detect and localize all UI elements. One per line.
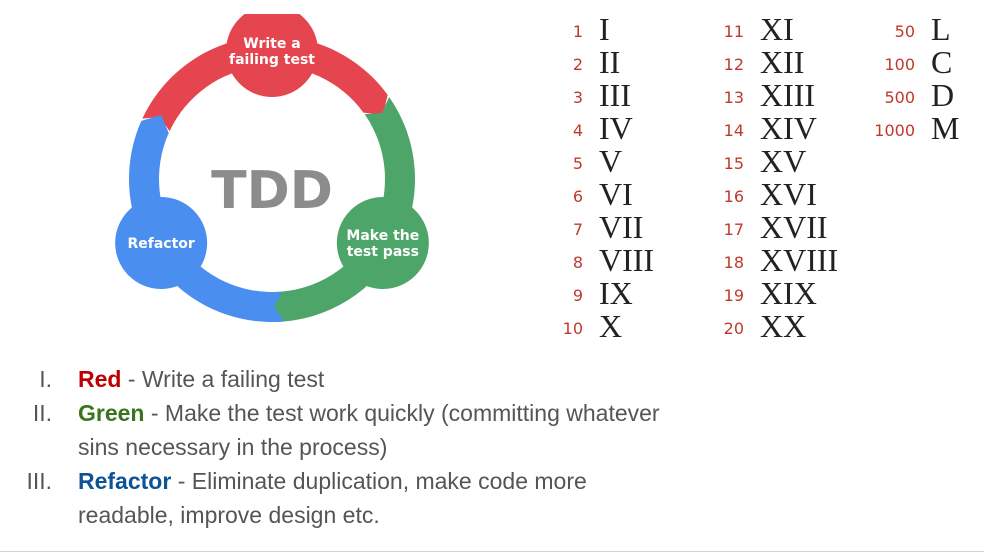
cycle-node-label: Write a [243, 36, 300, 52]
cycle-node: Refactor [115, 197, 208, 289]
step-red: I. Red - Write a failing test [0, 362, 660, 396]
roman-numeral: XIII [760, 77, 816, 113]
arabic-number: 13 [723, 88, 744, 107]
roman-numeral: XVI [760, 176, 817, 212]
arabic-number: 4 [572, 121, 583, 140]
cycle-node: Make thetest pass [336, 197, 429, 289]
roman-numeral: V [599, 143, 623, 179]
arabic-number: 50 [894, 22, 915, 41]
roman-numeral: M [931, 110, 960, 146]
arabic-number: 8 [572, 253, 583, 272]
roman-numeral: VII [599, 209, 644, 245]
step-green: II. Green - Make the test work quickly (… [0, 396, 660, 464]
cycle-node-label: Make the [346, 228, 419, 244]
roman-numeral: XVII [760, 209, 828, 245]
arabic-number: 18 [723, 253, 744, 272]
roman-numeral: XIX [760, 275, 817, 311]
arabic-number: 20 [723, 319, 744, 338]
arabic-number: 14 [723, 121, 744, 140]
roman-numeral: IX [599, 275, 633, 311]
roman-numeral: III [599, 77, 631, 113]
step-text: - Make the test work quickly (committing… [78, 400, 660, 460]
cycle-node-label: failing test [229, 52, 315, 68]
arabic-number: 7 [572, 220, 583, 239]
roman-numeral: I [599, 11, 610, 47]
roman-numeral: VI [599, 176, 633, 212]
arabic-number: 17 [723, 220, 744, 239]
tdd-cycle-diagram: Write afailing test Make thetest pass Refa… [115, 14, 429, 323]
arabic-number: 1 [572, 22, 583, 41]
roman-numeral: XVIII [760, 242, 839, 278]
roman-numeral: XII [760, 44, 805, 80]
roman-numeral: XV [760, 143, 807, 179]
cycle-node: Write afailing test [226, 14, 318, 97]
roman-numeral: XI [760, 11, 794, 47]
arabic-number: 16 [723, 187, 744, 206]
bottom-divider [0, 551, 984, 552]
arabic-number: 9 [572, 286, 583, 305]
step-marker: II. [32, 400, 52, 426]
arabic-number: 2 [572, 55, 583, 74]
arabic-number: 10 [562, 319, 583, 338]
step-marker: I. [39, 366, 52, 392]
step-name-refactor: Refactor [78, 468, 172, 494]
arabic-number: 11 [723, 22, 744, 41]
cycle-node-label: Refactor [127, 236, 194, 252]
arabic-number: 15 [723, 154, 744, 173]
step-marker: III. [26, 468, 52, 494]
arabic-number: 1000 [874, 121, 915, 140]
step-text: - Write a failing test [121, 366, 325, 392]
arabic-number: 12 [723, 55, 744, 74]
roman-numeral: D [931, 77, 955, 113]
roman-numeral: C [931, 44, 953, 80]
roman-numeral: XX [760, 308, 807, 344]
roman-numeral: IV [599, 110, 633, 146]
arabic-number: 3 [572, 88, 583, 107]
arabic-number: 5 [572, 154, 583, 173]
step-name-red: Red [78, 366, 122, 392]
arabic-number: 500 [884, 88, 915, 107]
roman-numeral: II [599, 44, 621, 80]
roman-numeral: VIII [599, 242, 655, 278]
roman-numeral: XIV [760, 110, 817, 146]
arabic-number: 19 [723, 286, 744, 305]
roman-numeral: L [931, 11, 951, 47]
step-refactor: III. Refactor - Eliminate duplication, m… [0, 464, 660, 532]
step-name-green: Green [78, 400, 145, 426]
arabic-number: 100 [884, 55, 915, 74]
tdd-steps-list: I. Red - Write a failing test II. Green … [0, 362, 660, 532]
cycle-node-label: test pass [347, 244, 419, 260]
arabic-number: 6 [572, 187, 583, 206]
roman-numeral: X [599, 308, 623, 344]
cycle-center-label: TDD [211, 161, 333, 221]
